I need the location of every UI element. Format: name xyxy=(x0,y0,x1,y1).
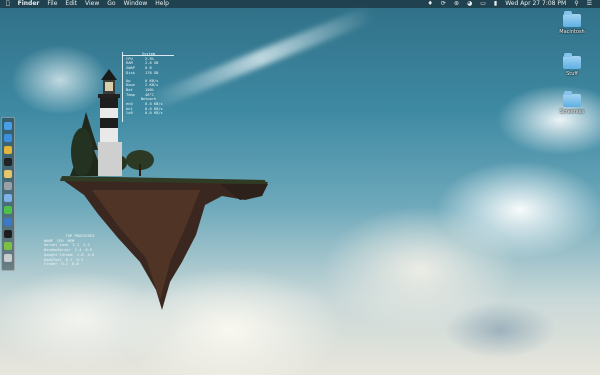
process-cpu: 0.2 xyxy=(61,262,68,267)
dock-itunes-icon[interactable] xyxy=(4,194,12,202)
menubar-clock[interactable]: Wed Apr 27 7:08 PM xyxy=(505,0,566,8)
folder-icon xyxy=(563,53,581,69)
volume-icon[interactable]: ▮ xyxy=(494,0,497,8)
dock-xcode-icon[interactable] xyxy=(4,218,12,226)
system-monitor-widget: System CPU 2.9% RAM 2.8 GB SWAP 0 B Disk 178… xyxy=(118,52,180,124)
menu-edit[interactable]: Edit xyxy=(65,0,77,8)
dock xyxy=(1,117,15,271)
monitor-value: 178 GB xyxy=(145,70,159,75)
monitor-row: Disk 178 GB xyxy=(126,71,171,76)
menu-view[interactable]: View xyxy=(85,0,99,8)
dock-activity-monitor-icon[interactable] xyxy=(4,230,12,238)
desktop-icon-stuff[interactable]: Stuff xyxy=(550,53,594,77)
monitor-label: Temp xyxy=(126,92,135,97)
desktop-icon-screenies[interactable]: Screenies xyxy=(550,91,594,115)
desktop-icon-macintosh[interactable]: Macintosh xyxy=(550,11,594,35)
dock-app-store-icon[interactable] xyxy=(4,134,12,142)
dock-terminal-icon[interactable] xyxy=(4,158,12,166)
desktop-icon-label: Macintosh xyxy=(559,29,585,35)
desktop-icon-label: Stuff xyxy=(566,71,578,77)
dock-system-preferences-icon[interactable] xyxy=(4,182,12,190)
desktop-wallpaper xyxy=(0,0,600,375)
process-mem: 0.8 xyxy=(72,262,79,267)
monitor-value: 0.0 KB/s xyxy=(145,111,163,116)
wifi-icon[interactable]: ◕ xyxy=(467,0,472,8)
dock-finder-icon[interactable] xyxy=(4,122,12,130)
apple-menu-icon[interactable]:  xyxy=(6,0,10,8)
process-mem: 4.6 xyxy=(87,252,95,257)
menu-app-name[interactable]: Finder xyxy=(18,0,40,8)
bluetooth-icon[interactable]: ⊛ xyxy=(454,0,459,8)
menu-bar:  Finder File Edit View Go Window Help ♦… xyxy=(0,0,600,8)
monitor-row: lo0 0.0 KB/s xyxy=(126,111,171,116)
spotlight-icon[interactable]: ⚲ xyxy=(574,0,578,8)
airplay-icon[interactable]: ▭ xyxy=(480,0,486,8)
monitor-label: lo0 xyxy=(126,111,133,116)
process-row: Finder 0.2 0.8 xyxy=(44,262,116,267)
dock-spotify-icon[interactable] xyxy=(4,206,12,214)
monitor-label: Disk xyxy=(126,70,135,75)
folder-icon xyxy=(563,91,581,107)
menu-help[interactable]: Help xyxy=(155,0,169,8)
menu-window[interactable]: Window xyxy=(124,0,148,8)
notification-center-icon[interactable]: ☰ xyxy=(587,0,592,8)
dock-utorrent-icon[interactable] xyxy=(4,242,12,250)
folder-icon xyxy=(563,11,581,27)
desktop-icon-label: Screenies xyxy=(559,109,585,115)
menu-go[interactable]: Go xyxy=(107,0,115,8)
dock-adium-icon[interactable] xyxy=(4,170,12,178)
menu-file[interactable]: File xyxy=(47,0,57,8)
dock-trash-icon[interactable] xyxy=(4,254,12,262)
process-monitor-widget: TOP PROCESSES NAME CPU MEM kernel_task 3.… xyxy=(44,234,116,267)
monitor-divider xyxy=(122,52,123,122)
process-name: Finder xyxy=(44,262,58,267)
time-machine-icon[interactable]: ⟳ xyxy=(441,0,446,8)
dropbox-icon[interactable]: ♦ xyxy=(428,0,433,8)
dock-chrome-icon[interactable] xyxy=(4,146,12,154)
